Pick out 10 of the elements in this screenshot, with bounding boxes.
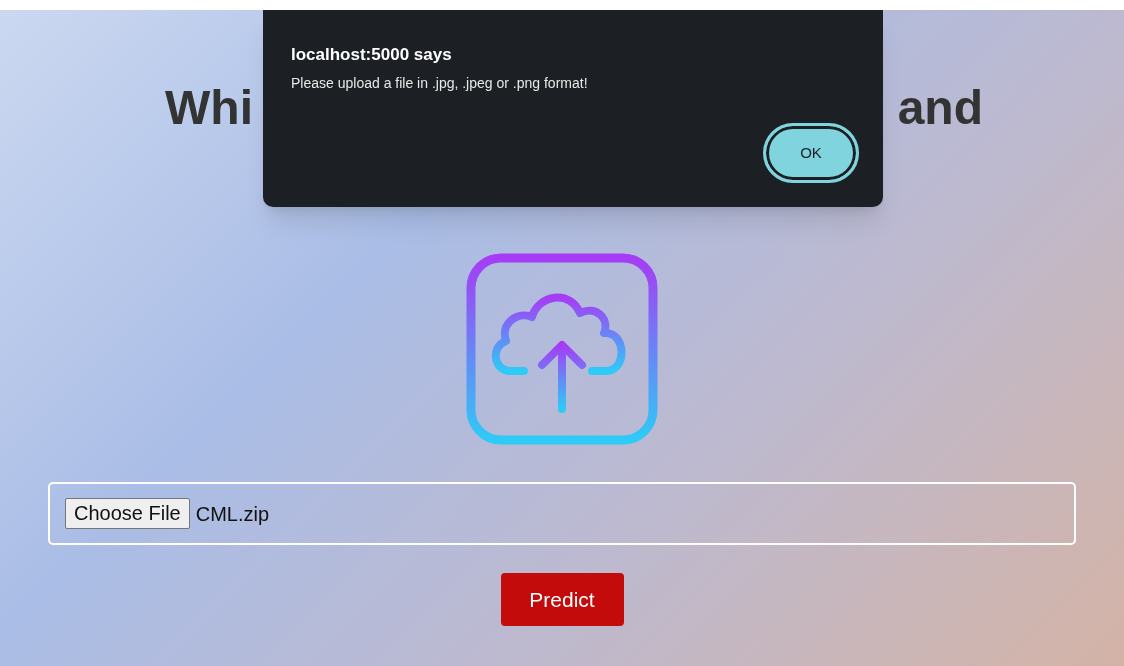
choose-file-button[interactable]: Choose File: [65, 498, 190, 529]
dialog-title: localhost:5000 says: [291, 44, 452, 66]
dialog-message: Please upload a file in .jpg, .jpeg or .png format!: [291, 74, 588, 93]
cloud-upload-icon: [466, 253, 658, 445]
ok-button[interactable]: OK: [763, 123, 859, 183]
file-name: CML.zip: [195, 501, 270, 527]
file-input-field[interactable]: Choose File CML.zip: [48, 482, 1076, 545]
page-heading: Whi: [165, 80, 253, 136]
predict-button[interactable]: Predict: [500, 573, 624, 626]
page-heading: and: [897, 80, 983, 136]
